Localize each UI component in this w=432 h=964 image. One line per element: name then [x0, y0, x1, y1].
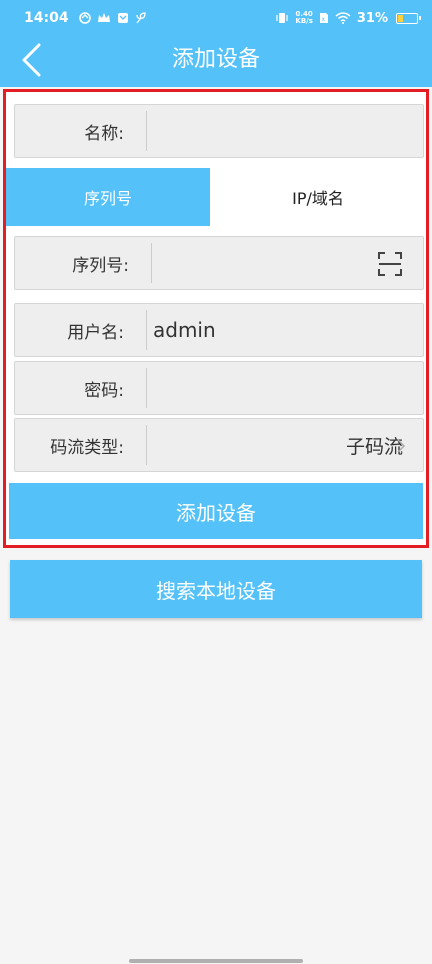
username-input[interactable]: admin: [147, 318, 423, 342]
status-bar: 14:04 0.40 KB/s x 31%: [0, 0, 432, 36]
serial-label: 序列号:: [72, 255, 129, 276]
serial-field[interactable]: 序列号:: [14, 236, 424, 290]
tab-ip-domain[interactable]: IP/域名: [210, 168, 426, 226]
password-field[interactable]: 密码:: [14, 361, 424, 415]
divider: [146, 368, 147, 408]
battery-percent: 31%: [356, 10, 388, 26]
search-local-devices-button[interactable]: 搜索本地设备: [10, 560, 422, 618]
username-field[interactable]: 用户名: admin: [14, 303, 424, 357]
sync-icon: [78, 12, 91, 24]
battery-icon: [396, 12, 421, 24]
add-device-button[interactable]: 添加设备: [9, 483, 423, 539]
status-time: 14:04: [24, 10, 69, 26]
message-icon: [117, 13, 128, 23]
divider: [146, 111, 147, 151]
network-speed: 0.40 KB/s: [295, 10, 313, 25]
password-label: 密码:: [84, 380, 124, 401]
divider: [151, 243, 152, 283]
name-field[interactable]: 名称:: [14, 104, 424, 158]
stream-type-value[interactable]: 子码流: [147, 432, 423, 459]
page-title: 添加设备: [171, 47, 260, 72]
leaf-icon: [135, 12, 146, 24]
name-label: 名称:: [84, 123, 124, 144]
stream-type-field[interactable]: 码流类型: 子码流: [14, 418, 424, 472]
chevron-right-icon: [397, 439, 406, 453]
app-header: 14:04 0.40 KB/s x 31% 添加设备: [0, 0, 432, 87]
stream-type-label: 码流类型:: [50, 437, 124, 458]
vibrate-icon: [276, 13, 288, 23]
tab-serial-number[interactable]: 序列号: [6, 168, 210, 226]
mode-tabs: 序列号 IP/域名: [6, 168, 426, 226]
wifi-icon: [335, 12, 351, 24]
sim-icon: x: [319, 13, 328, 23]
username-label: 用户名:: [67, 322, 124, 343]
scan-qr-icon[interactable]: [377, 251, 403, 277]
add-device-form: 名称: 序列号 IP/域名 序列号: 用户名: admin 密码: 码流类型: …: [3, 89, 429, 548]
svg-text:x: x: [321, 16, 325, 23]
home-indicator[interactable]: [129, 959, 303, 963]
crown-icon: [97, 13, 110, 22]
